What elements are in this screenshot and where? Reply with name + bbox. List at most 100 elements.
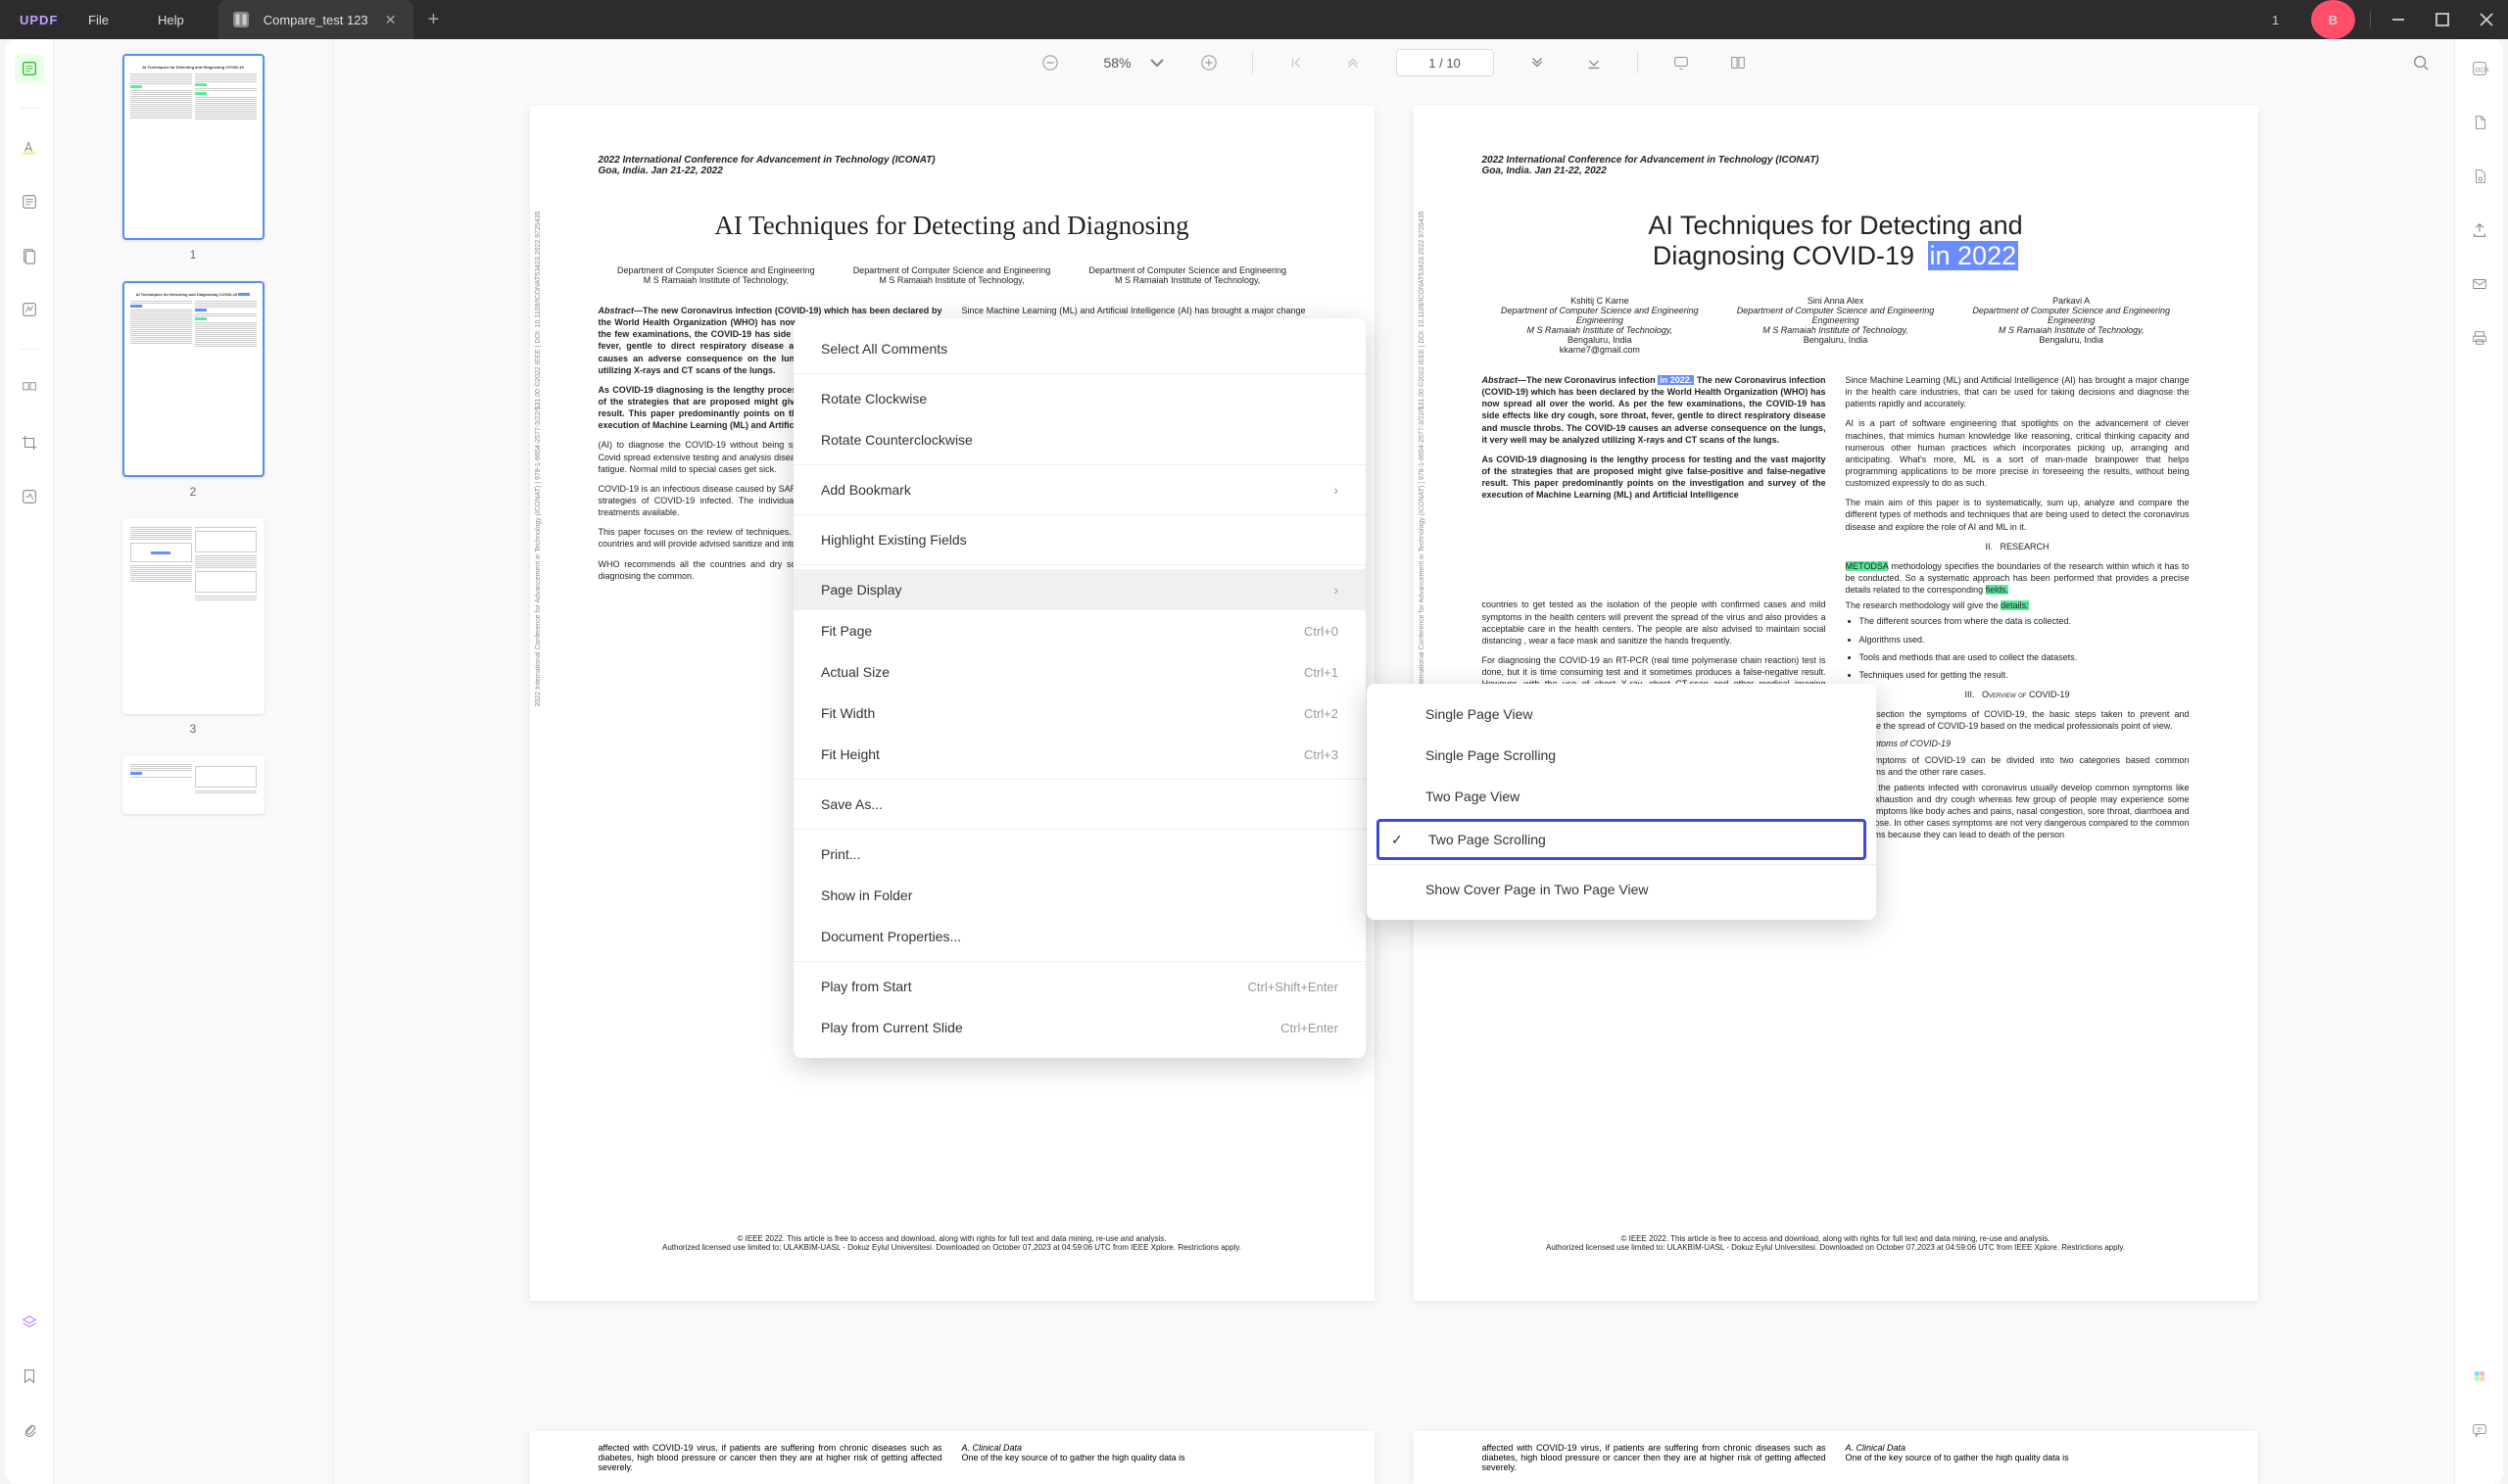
sm-single-page-scrolling[interactable]: Single Page Scrolling [1367, 735, 1876, 776]
separator [1367, 864, 1876, 865]
email-icon[interactable] [2465, 269, 2494, 299]
separator [794, 779, 1366, 780]
context-menu: Select All Comments Rotate Clockwise Rot… [794, 318, 1366, 1058]
first-page-icon[interactable] [1282, 49, 1310, 76]
ai-icon[interactable] [2465, 1362, 2494, 1391]
maximize-button[interactable] [2420, 0, 2464, 39]
check-icon: ✓ [1391, 832, 1403, 848]
protect-icon[interactable] [2465, 162, 2494, 191]
cm-highlight-fields[interactable]: Highlight Existing Fields [794, 519, 1366, 560]
zoom-out-icon[interactable] [1037, 49, 1064, 76]
share-icon[interactable] [2465, 215, 2494, 245]
cm-fit-width[interactable]: Fit WidthCtrl+2 [794, 693, 1366, 734]
right-rail: OCR [2454, 39, 2503, 1484]
zoom-value: 58% [1093, 55, 1142, 71]
chevron-right-icon [1333, 582, 1338, 598]
zoom-in-icon[interactable] [1195, 49, 1223, 76]
cm-fit-page[interactable]: Fit PageCtrl+0 [794, 610, 1366, 651]
close-window-button[interactable] [2464, 0, 2508, 39]
cm-save-as[interactable]: Save As... [794, 784, 1366, 825]
window-controls: 1 B [2257, 0, 2508, 39]
sm-two-page-scrolling[interactable]: ✓Two Page Scrolling [1376, 819, 1866, 860]
add-tab-button[interactable]: + [428, 9, 440, 31]
footnote: © IEEE 2022. This article is free to acc… [599, 1234, 1306, 1252]
thumbnail-label: 1 [190, 248, 197, 262]
separator [794, 464, 1366, 465]
separator [794, 564, 1366, 565]
cm-print[interactable]: Print... [794, 834, 1366, 875]
thumbnail-page-2[interactable]: AI Techniques for Detecting and Diagnosi… [122, 281, 265, 477]
separator [1252, 52, 1253, 73]
highlight-tool-icon[interactable] [15, 133, 44, 163]
thumbnail-panel: AI Techniques for Detecting and Diagnosi… [54, 39, 333, 1484]
conference-location: Goa, India. Jan 21-22, 2022 [1482, 166, 2190, 176]
next-page-icon[interactable] [1523, 49, 1551, 76]
cm-rotate-clockwise[interactable]: Rotate Clockwise [794, 378, 1366, 419]
authors-block: Kshitij C KarneDepartment of Computer Sc… [1482, 296, 2190, 355]
tab-active[interactable]: Compare_test 123 ✕ [218, 0, 413, 39]
separator [794, 373, 1366, 374]
cm-fit-height[interactable]: Fit HeightCtrl+3 [794, 734, 1366, 775]
thumbnail-page-4[interactable] [122, 755, 265, 814]
conference-location: Goa, India. Jan 21-22, 2022 [599, 166, 1306, 176]
thumbnail-page-3[interactable] [122, 518, 265, 714]
svg-text:OCR: OCR [2475, 68, 2488, 74]
menu-file[interactable]: File [64, 13, 133, 27]
separator [794, 961, 1366, 962]
ocr-icon[interactable]: OCR [2465, 54, 2494, 83]
app-logo: UPDF [0, 13, 64, 27]
layers-icon[interactable] [15, 1308, 44, 1337]
cm-document-properties[interactable]: Document Properties... [794, 916, 1366, 957]
presentation-icon[interactable] [1667, 49, 1695, 76]
menu-help[interactable]: Help [133, 13, 209, 27]
prev-page-icon[interactable] [1339, 49, 1367, 76]
zoom-dropdown[interactable]: 58% [1093, 54, 1166, 72]
sm-single-page-view[interactable]: Single Page View [1367, 694, 1876, 735]
separator [2370, 11, 2371, 28]
avatar[interactable]: B [2311, 0, 2355, 39]
minimize-button[interactable] [2376, 0, 2420, 39]
bookmark-icon[interactable] [15, 1362, 44, 1391]
export-file-icon[interactable] [2465, 108, 2494, 137]
print-icon[interactable] [2465, 323, 2494, 353]
top-toolbar: 58% 1 / 10 [333, 39, 2454, 86]
last-page-icon[interactable] [1580, 49, 1608, 76]
crop-icon[interactable] [15, 428, 44, 457]
page-tool-icon[interactable] [15, 241, 44, 270]
separator [794, 829, 1366, 830]
redact-icon[interactable] [15, 482, 44, 511]
compare-icon [233, 12, 249, 27]
thumbnail-page-1[interactable]: AI Techniques for Detecting and Diagnosi… [122, 54, 265, 240]
sm-show-cover-page[interactable]: Show Cover Page in Two Page View [1367, 869, 1876, 910]
separator [20, 349, 39, 350]
paper-title: AI Techniques for Detecting and Diagnosi… [599, 211, 1306, 241]
page-peek-right-col1: affected with COVID-19 virus, if patient… [1482, 1443, 1826, 1472]
page-peek-left-col1: affected with COVID-19 virus, if patient… [599, 1443, 942, 1472]
cm-rotate-counterclockwise[interactable]: Rotate Counterclockwise [794, 419, 1366, 460]
edit-text-icon[interactable] [15, 187, 44, 216]
cm-play-from-current[interactable]: Play from Current SlideCtrl+Enter [794, 1007, 1366, 1048]
close-icon[interactable]: ✕ [383, 12, 399, 27]
cm-play-from-start[interactable]: Play from StartCtrl+Shift+Enter [794, 966, 1366, 1007]
chevron-right-icon [1333, 482, 1338, 498]
conference-header: 2022 International Conference for Advanc… [1482, 155, 2190, 166]
window-count[interactable]: 1 [2257, 0, 2301, 39]
cm-select-all-comments[interactable]: Select All Comments [794, 328, 1366, 369]
titlebar: UPDF File Help Compare_test 123 ✕ + 1 B [0, 0, 2508, 39]
page-input[interactable]: 1 / 10 [1396, 49, 1494, 76]
organize-icon[interactable] [15, 374, 44, 404]
footnote: © IEEE 2022. This article is free to acc… [1482, 1234, 2190, 1252]
conference-header: 2022 International Conference for Advanc… [599, 155, 1306, 166]
attachment-icon[interactable] [15, 1415, 44, 1445]
cm-show-in-folder[interactable]: Show in Folder [794, 875, 1366, 916]
cm-add-bookmark[interactable]: Add Bookmark [794, 469, 1366, 510]
reader-mode-icon[interactable] [15, 54, 44, 83]
page-layout-icon[interactable] [1724, 49, 1752, 76]
cm-page-display[interactable]: Page Display [794, 569, 1366, 610]
form-tool-icon[interactable] [15, 295, 44, 324]
chat-icon[interactable] [2465, 1415, 2494, 1445]
cm-actual-size[interactable]: Actual SizeCtrl+1 [794, 651, 1366, 693]
search-icon[interactable] [2407, 49, 2435, 76]
sm-two-page-view[interactable]: Two Page View [1367, 776, 1876, 817]
tab-title: Compare_test 123 [264, 13, 368, 27]
